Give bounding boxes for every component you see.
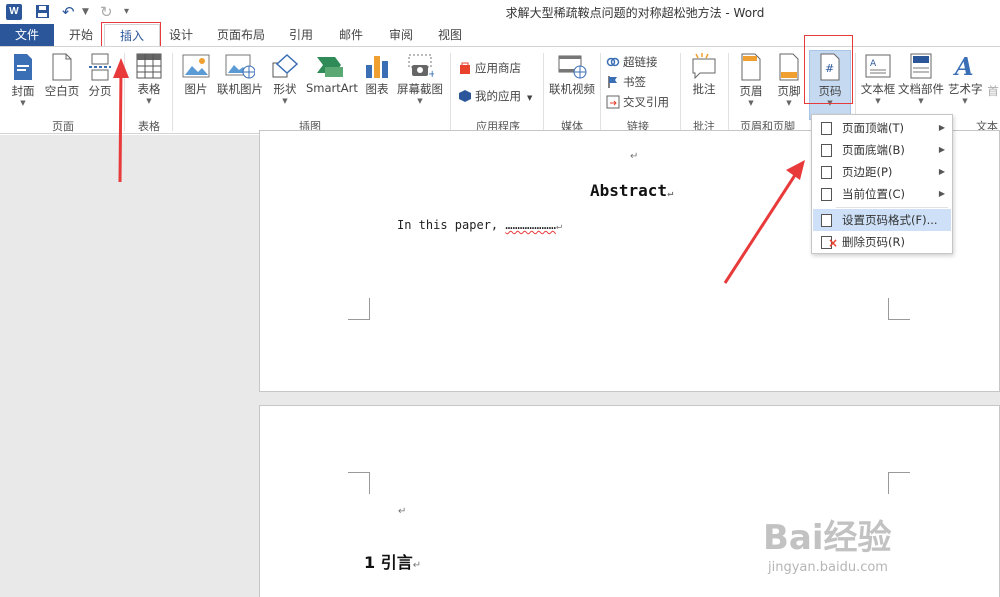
word-window: W ↶ ▼ ↻ ▾ 求解大型稀疏鞍点问题的对称超松弛方法 - Word 文件 开… [0, 0, 1000, 597]
baidu-watermark: Bai经验 [763, 518, 892, 558]
red-arrow-to-format-item [723, 160, 805, 284]
baidu-watermark-url: jingyan.baidu.com [768, 560, 888, 575]
annotation-arrows [113, 58, 805, 284]
red-arrow-to-insert-tab [113, 58, 129, 183]
